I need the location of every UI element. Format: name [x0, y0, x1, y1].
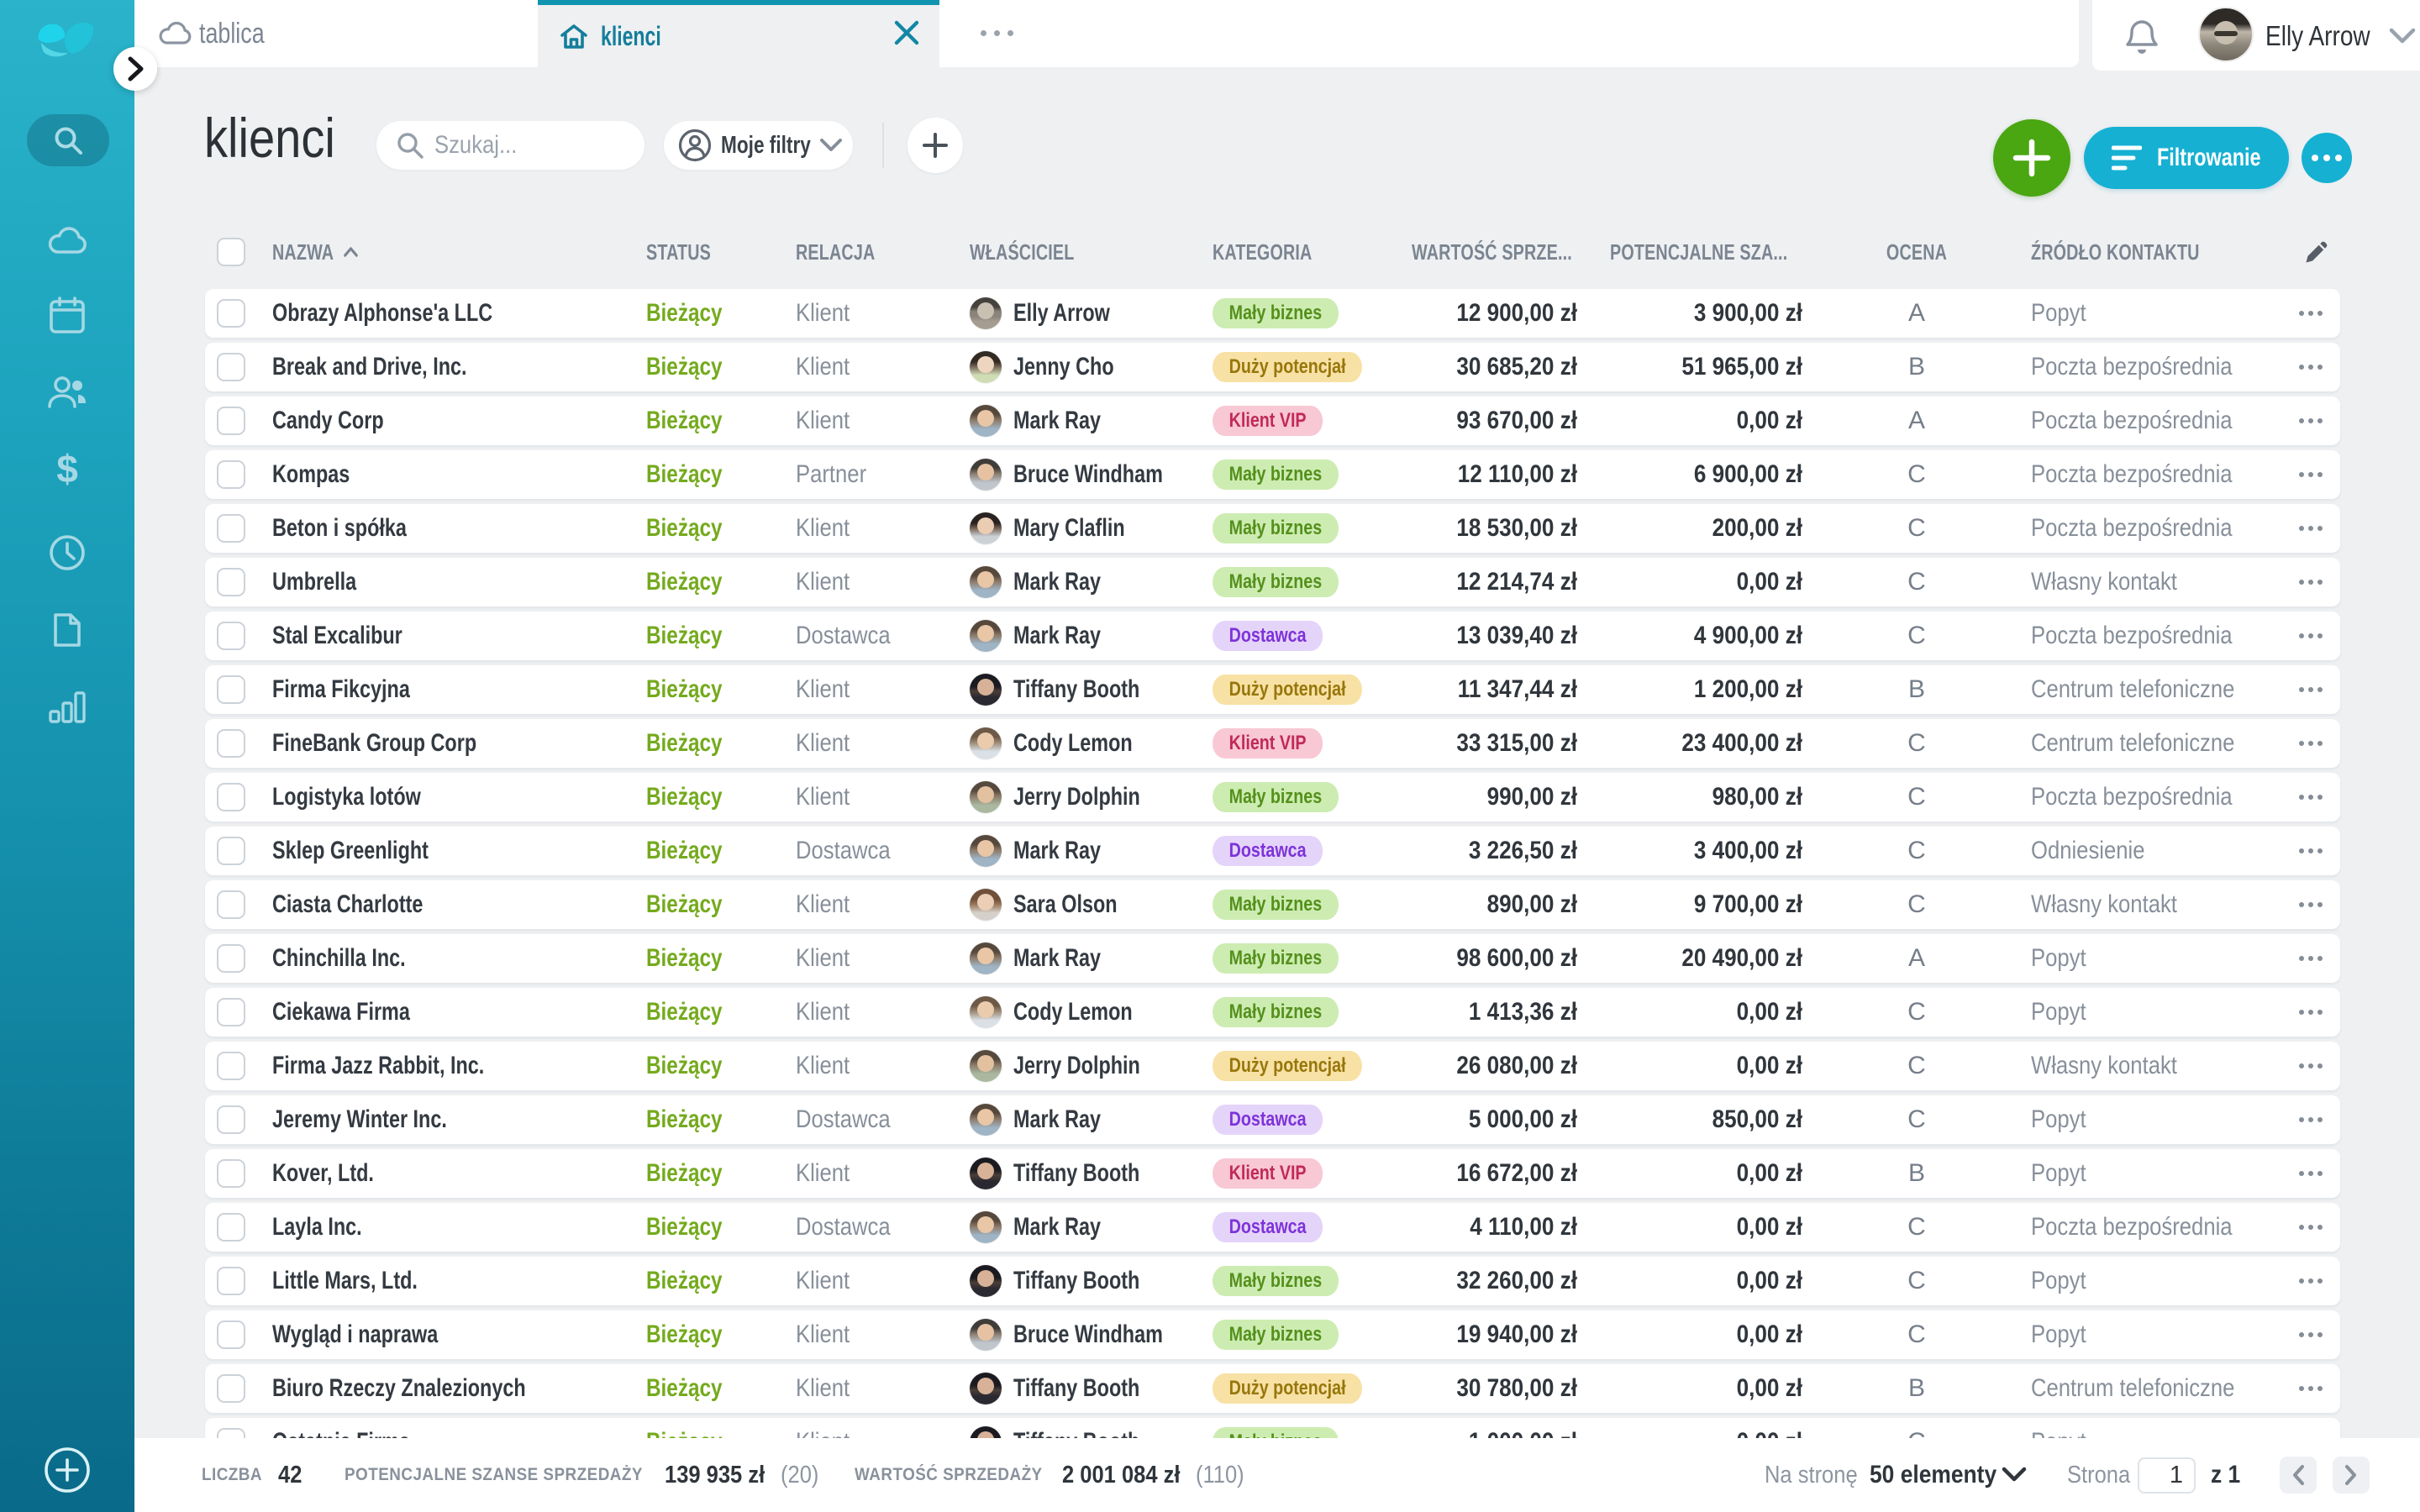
svg-text:$: $	[56, 450, 78, 491]
